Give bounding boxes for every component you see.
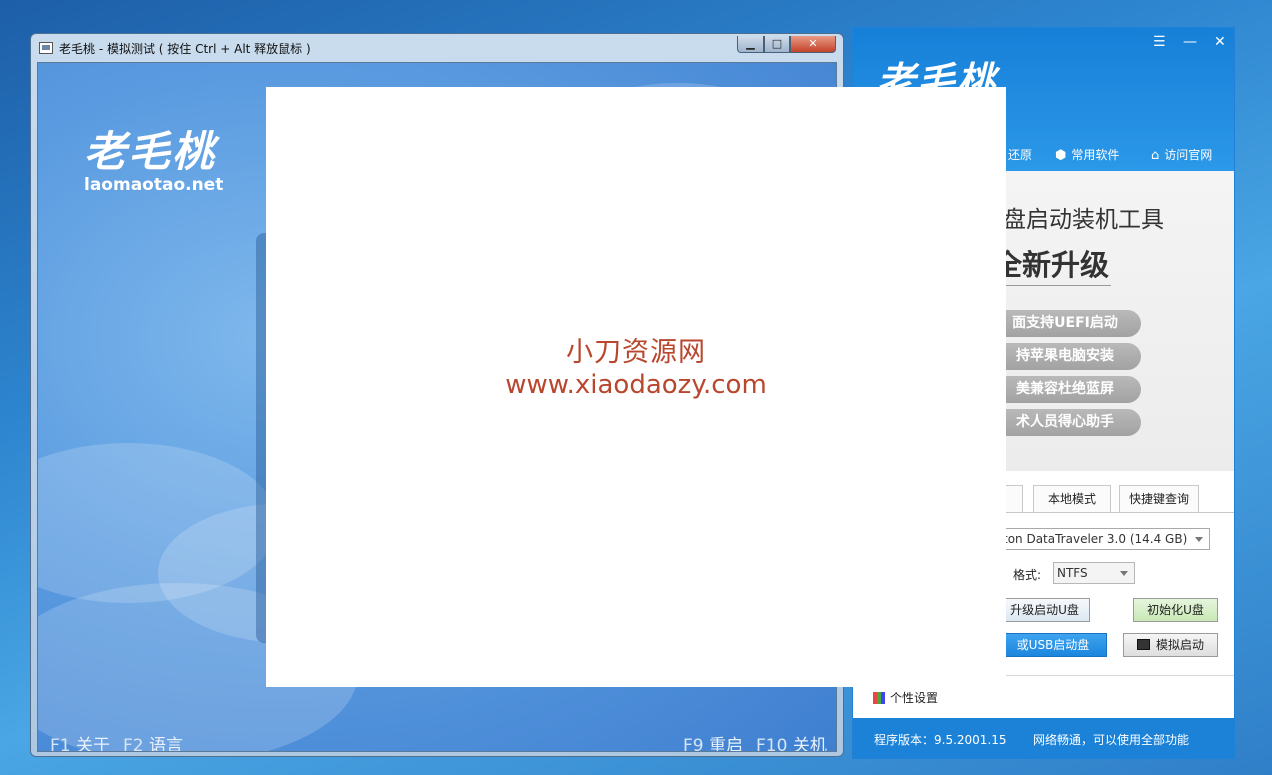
- tab-local-mode[interactable]: 本地模式: [1033, 485, 1111, 512]
- minimize-icon[interactable]: —: [1183, 34, 1197, 50]
- banner-title: 盘启动装机工具: [1003, 207, 1164, 233]
- network-status: 网络畅通，可以使用全部功能: [1033, 733, 1190, 747]
- simulate-boot-button[interactable]: 模拟启动: [1123, 633, 1218, 657]
- palette-icon: [873, 692, 885, 704]
- feature-pill: 术人员得心助手: [989, 409, 1141, 436]
- tab-shortcuts[interactable]: 快捷键查询: [1119, 485, 1199, 512]
- watermark-title: 小刀资源网: [566, 337, 706, 368]
- boot-logo-en: laomaotao.net: [84, 175, 224, 195]
- make-usb-button[interactable]: 或USB启动盘: [999, 633, 1107, 657]
- nav-software[interactable]: ⬢ 常用软件: [1055, 146, 1119, 163]
- nav-restore[interactable]: 还原: [1008, 146, 1032, 163]
- personal-settings-link[interactable]: 个性设置: [873, 689, 938, 706]
- chevron-down-icon: [1195, 537, 1203, 542]
- fkey-language[interactable]: F2 语言: [123, 731, 183, 751]
- status-bar: 程序版本：9.5.2001.15 网络畅通，可以使用全部功能: [853, 718, 1234, 758]
- cube-icon: ⬢: [1055, 148, 1067, 163]
- banner-subtitle: 全新升级: [993, 248, 1110, 282]
- feature-pill: 面支持UEFI启动: [989, 310, 1141, 337]
- maximize-button[interactable]: □: [764, 36, 790, 53]
- banner-divider: [1001, 285, 1111, 286]
- fkey-restart[interactable]: F9 重启: [683, 731, 743, 751]
- boot-logo-cn: 老毛桃: [84, 127, 217, 176]
- watermark-overlay: 小刀资源网 www.xiaodaozy.com: [266, 87, 1006, 687]
- feature-pill: 持苹果电脑安装: [989, 343, 1141, 370]
- format-select[interactable]: NTFS: [1053, 562, 1135, 584]
- upgrade-usb-button[interactable]: 升级启动U盘: [999, 598, 1090, 622]
- close-icon[interactable]: ✕: [1214, 34, 1226, 50]
- fkey-shutdown[interactable]: F10 关机: [756, 731, 827, 751]
- format-label: 格式:: [1013, 568, 1042, 582]
- vm-titlebar[interactable]: 老毛桃 - 模拟测试 ( 按住 Ctrl + Alt 释放鼠标 ) ▁ □ ✕: [31, 34, 843, 62]
- console-icon: [1136, 639, 1150, 650]
- feature-pill: 美兼容杜绝蓝屏: [989, 376, 1141, 403]
- close-button[interactable]: ✕: [790, 36, 836, 53]
- device-select[interactable]: ton DataTraveler 3.0 (14.4 GB): [998, 528, 1210, 550]
- minimize-button[interactable]: ▁: [737, 36, 764, 53]
- window-icon: [39, 42, 53, 54]
- home-icon: ⌂: [1151, 148, 1160, 163]
- boot-logo: 老毛桃 laomaotao.net: [84, 118, 254, 195]
- fkey-about[interactable]: F1 关于: [50, 731, 110, 751]
- chevron-down-icon: [1120, 571, 1128, 576]
- menu-icon[interactable]: ☰: [1153, 34, 1166, 50]
- init-usb-button[interactable]: 初始化U盘: [1133, 598, 1218, 622]
- watermark-url: www.xiaodaozy.com: [505, 370, 767, 400]
- nav-website[interactable]: ⌂ 访问官网: [1151, 146, 1212, 163]
- version-label: 程序版本：9.5.2001.15: [874, 733, 1007, 747]
- vm-title: 老毛桃 - 模拟测试 ( 按住 Ctrl + Alt 释放鼠标 ): [59, 42, 311, 56]
